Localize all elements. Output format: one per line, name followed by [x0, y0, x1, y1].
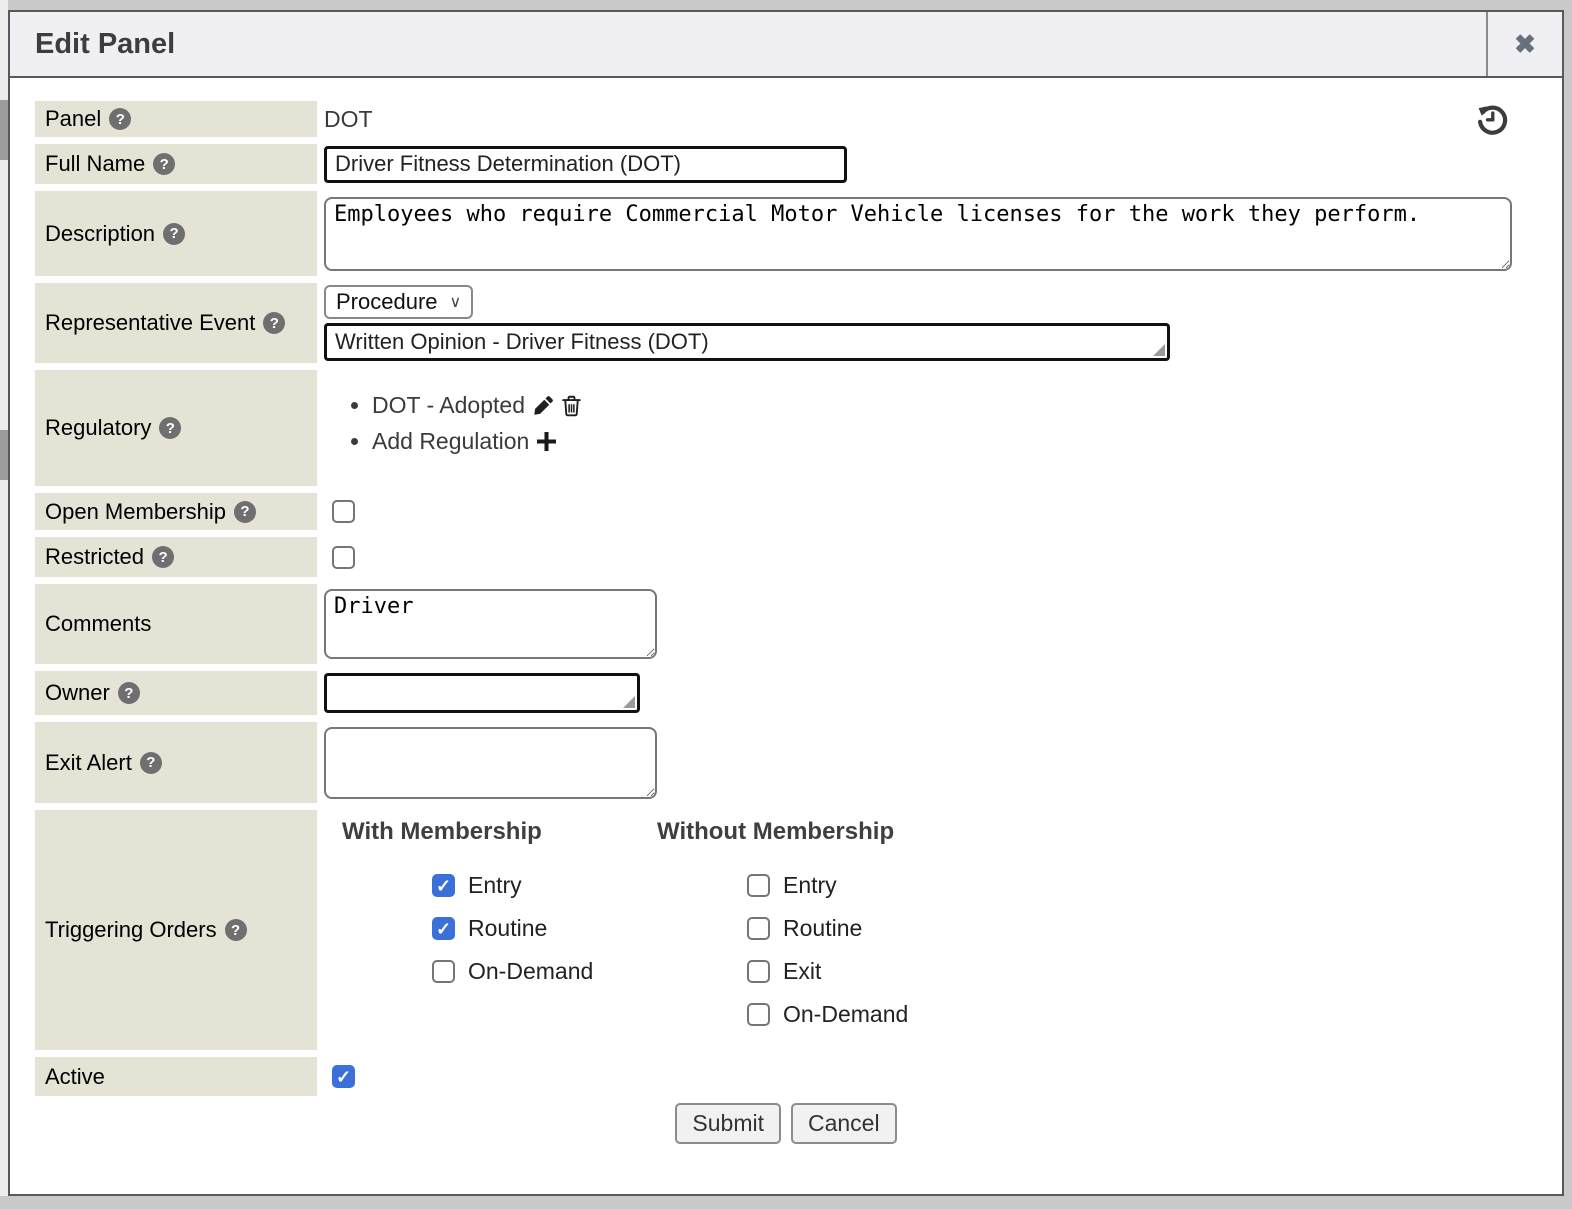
checkbox-label: Entry — [783, 872, 837, 899]
help-icon[interactable]: ? — [152, 546, 174, 568]
open-membership-label: Open Membership — [45, 499, 226, 525]
without-membership-heading: Without Membership — [657, 818, 894, 846]
checkbox-label: On-Demand — [783, 1001, 908, 1028]
restricted-checkbox[interactable] — [332, 546, 355, 569]
help-icon[interactable]: ? — [140, 752, 162, 774]
help-icon[interactable]: ? — [153, 153, 175, 175]
representative-event-label: Representative Event — [45, 310, 255, 336]
background-line — [0, 100, 8, 160]
add-regulation-list-item: Add Regulation — [372, 428, 581, 455]
checkbox-label: Routine — [468, 915, 547, 942]
cancel-button[interactable]: Cancel — [791, 1103, 897, 1144]
add-regulation-link[interactable]: Add Regulation — [372, 428, 529, 455]
exit-alert-label: Exit Alert — [45, 750, 132, 776]
help-icon[interactable]: ? — [159, 417, 181, 439]
help-icon[interactable]: ? — [163, 223, 185, 245]
help-icon[interactable]: ? — [225, 919, 247, 941]
checkbox-option: Entry — [747, 872, 908, 899]
checkbox[interactable] — [747, 1003, 770, 1026]
exit-alert-textarea[interactable] — [324, 727, 657, 799]
checkbox-option: On-Demand — [747, 1001, 908, 1028]
chevron-down-icon: ∨ — [450, 292, 462, 312]
regulatory-label-cell: Regulatory ? — [35, 370, 317, 486]
open-membership-label-cell: Open Membership ? — [35, 493, 317, 530]
checkbox-option: On-Demand — [432, 958, 593, 985]
dialog-body: Panel ? DOT — [10, 78, 1562, 1194]
description-textarea[interactable] — [324, 197, 1512, 271]
with-membership-options: Entry Routine On-Demand — [432, 872, 593, 1001]
active-label-cell: Active — [35, 1057, 317, 1096]
active-checkbox[interactable] — [332, 1065, 355, 1088]
button-row: Submit Cancel — [35, 1103, 1537, 1144]
representative-event-type-value: Procedure — [336, 289, 438, 315]
comments-label: Comments — [45, 611, 151, 637]
checkbox-option: Routine — [747, 915, 908, 942]
close-button[interactable]: ✖ — [1486, 12, 1562, 76]
owner-input[interactable] — [324, 673, 640, 713]
help-icon[interactable]: ? — [263, 312, 285, 334]
without-membership-options: Entry Routine Exit On-Demand — [747, 872, 908, 1044]
background-line — [0, 430, 8, 480]
panel-value: DOT — [324, 106, 373, 133]
help-icon[interactable]: ? — [234, 501, 256, 523]
checkbox-option: Routine — [432, 915, 593, 942]
representative-event-input[interactable] — [324, 323, 1170, 361]
exit-alert-label-cell: Exit Alert ? — [35, 722, 317, 803]
triggering-orders-label-cell: Triggering Orders ? — [35, 810, 317, 1050]
open-membership-checkbox[interactable] — [332, 500, 355, 523]
with-membership-heading: With Membership — [342, 818, 542, 846]
delete-regulation-trash-icon[interactable] — [562, 395, 581, 417]
checkbox[interactable] — [432, 960, 455, 983]
checkbox-label: Exit — [783, 958, 821, 985]
regulatory-list: DOT - Adopted — [372, 392, 581, 464]
checkbox[interactable] — [747, 874, 770, 897]
checkbox-label: Routine — [783, 915, 862, 942]
comments-textarea[interactable] — [324, 589, 657, 659]
history-icon[interactable] — [1475, 102, 1510, 137]
checkbox[interactable] — [747, 917, 770, 940]
checkbox-label: Entry — [468, 872, 522, 899]
comments-label-cell: Comments — [35, 584, 317, 664]
regulation-list-item: DOT - Adopted — [372, 392, 581, 419]
panel-label-cell: Panel ? — [35, 101, 317, 137]
regulation-name: DOT - Adopted — [372, 392, 525, 419]
description-label-cell: Description ? — [35, 191, 317, 276]
edit-regulation-pencil-icon[interactable] — [533, 395, 554, 416]
dialog-header: Edit Panel ✖ — [10, 12, 1562, 78]
representative-event-type-select[interactable]: Procedure ∨ — [324, 285, 473, 319]
triggering-orders-label: Triggering Orders — [45, 917, 217, 943]
owner-label-cell: Owner ? — [35, 671, 317, 715]
checkbox[interactable] — [747, 960, 770, 983]
checkbox[interactable] — [432, 917, 455, 940]
add-regulation-plus-icon[interactable] — [537, 432, 556, 451]
representative-event-label-cell: Representative Event ? — [35, 283, 317, 363]
checkbox-label: On-Demand — [468, 958, 593, 985]
close-icon: ✖ — [1514, 31, 1536, 57]
full-name-label: Full Name — [45, 151, 145, 177]
help-icon[interactable]: ? — [118, 682, 140, 704]
full-name-label-cell: Full Name ? — [35, 144, 317, 184]
panel-label: Panel — [45, 106, 101, 132]
help-icon[interactable]: ? — [109, 108, 131, 130]
regulatory-label: Regulatory — [45, 415, 151, 441]
checkbox-option: Entry — [432, 872, 593, 899]
background-page-edge — [0, 0, 8, 1196]
submit-button[interactable]: Submit — [675, 1103, 781, 1144]
restricted-label: Restricted — [45, 544, 144, 570]
description-label: Description — [45, 221, 155, 247]
owner-label: Owner — [45, 680, 110, 706]
dialog-title: Edit Panel — [10, 12, 1486, 76]
full-name-input[interactable] — [324, 146, 847, 183]
checkbox[interactable] — [432, 874, 455, 897]
restricted-label-cell: Restricted ? — [35, 537, 317, 577]
checkbox-option: Exit — [747, 958, 908, 985]
edit-panel-dialog: Edit Panel ✖ Panel ? DOT — [8, 10, 1564, 1196]
active-label: Active — [45, 1064, 105, 1090]
